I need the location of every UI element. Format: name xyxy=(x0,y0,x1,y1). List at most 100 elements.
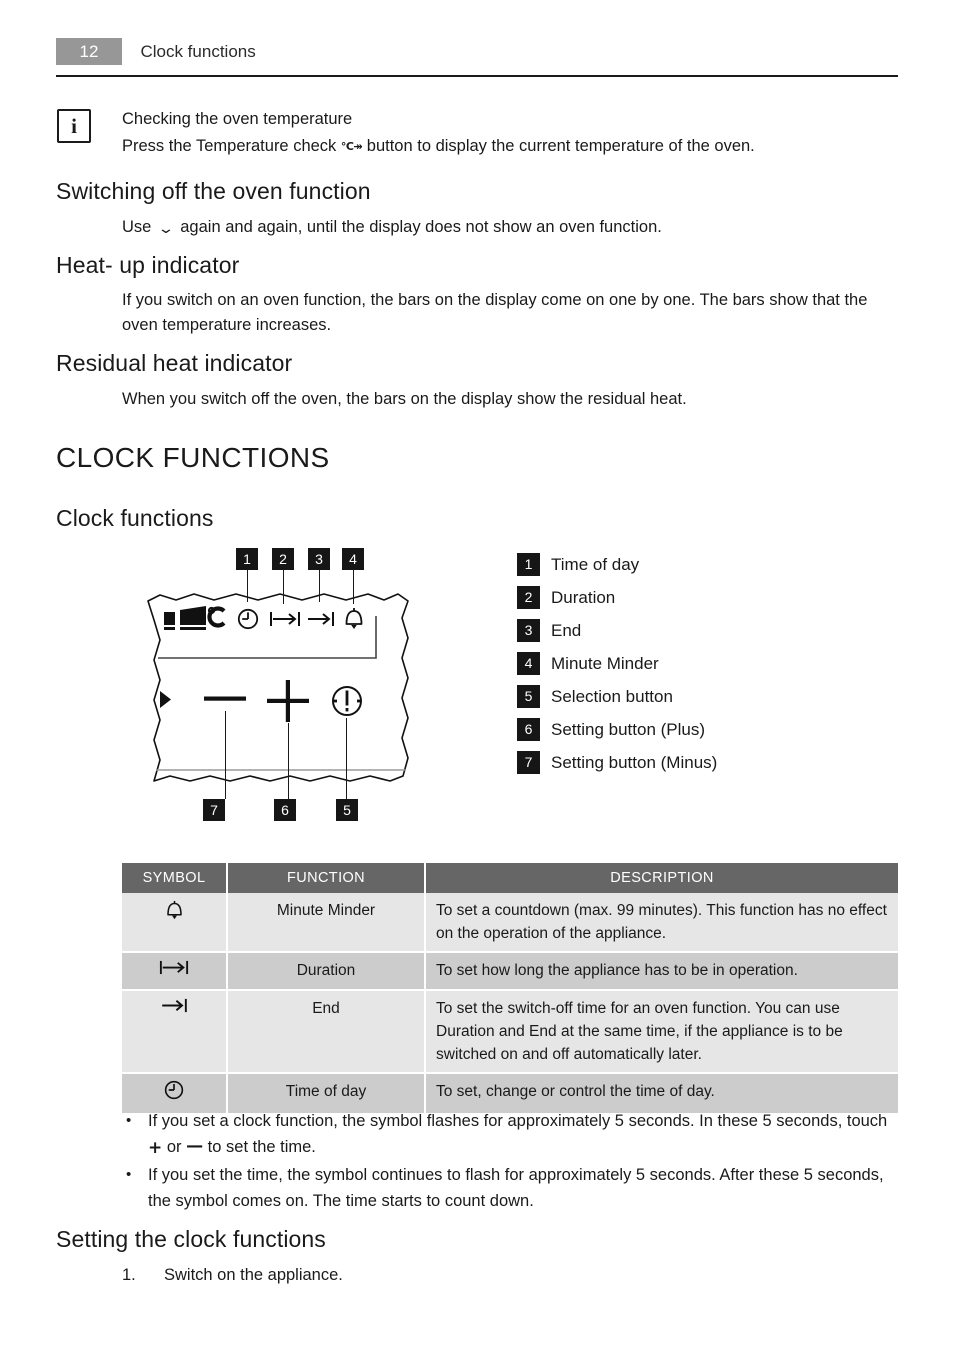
callout-1: 1 xyxy=(236,548,258,570)
end-icon xyxy=(161,998,187,1013)
diagram-legend: 1 Time of day 2 Duration 3 End 4 Minute … xyxy=(517,548,847,779)
legend-item-3: 3 End xyxy=(517,614,847,647)
page-header: 12 Clock functions xyxy=(56,38,898,72)
legend-item-7: 7 Setting button (Minus) xyxy=(517,746,847,779)
leader-line-6 xyxy=(288,723,289,799)
legend-label: End xyxy=(551,620,582,640)
column-header-function: FUNCTION xyxy=(227,863,426,893)
table-header-row: SYMBOL FUNCTION DESCRIPTION xyxy=(122,863,898,893)
end-icon xyxy=(308,612,334,626)
bullet-item-1: If you set a clock function, the symbol … xyxy=(122,1108,898,1160)
cell-symbol xyxy=(122,952,228,991)
callout-5: 5 xyxy=(336,799,358,821)
cell-description: To set the switch-off time for an oven f… xyxy=(425,990,898,1074)
bell-icon xyxy=(166,900,182,920)
note-text-after: button to display the current temperatur… xyxy=(362,137,755,155)
bullet-1-part2: or xyxy=(162,1138,187,1156)
leader-line-1 xyxy=(247,570,248,602)
legend-label: Minute Minder xyxy=(551,653,659,673)
bullet-list: If you set a clock function, the symbol … xyxy=(122,1108,898,1216)
bell-icon xyxy=(345,608,363,629)
legend-number: 3 xyxy=(517,619,540,642)
legend-label: Time of day xyxy=(551,554,640,574)
legend-number: 6 xyxy=(517,718,540,741)
temperature-check-icon: °C↠ xyxy=(340,140,363,153)
clock-icon xyxy=(164,1080,184,1100)
cell-symbol xyxy=(122,990,228,1074)
heading-setting-clock-functions: Setting the clock functions xyxy=(56,1226,326,1252)
legend-item-6: 6 Setting button (Plus) xyxy=(517,713,847,746)
bullet-item-2: If you set the time, the symbol continue… xyxy=(122,1162,898,1214)
cell-description: To set how long the appliance has to be … xyxy=(425,952,898,991)
duration-icon xyxy=(270,612,300,626)
cell-description: To set a countdown (max. 99 minutes). Th… xyxy=(425,893,898,953)
table-row: End To set the switch-off time for an ov… xyxy=(122,990,898,1074)
leader-line-4 xyxy=(353,570,354,604)
legend-label: Setting button (Plus) xyxy=(551,719,706,739)
text-residual-heat-indicator: When you switch off the oven, the bars o… xyxy=(122,390,687,408)
cell-function: Minute Minder xyxy=(227,893,426,953)
cell-function: End xyxy=(227,990,426,1074)
legend-label: Setting button (Minus) xyxy=(551,752,718,772)
chevron-down-icon: ⌄ xyxy=(157,221,175,237)
step-text: Switch on the appliance. xyxy=(164,1266,343,1284)
cell-symbol xyxy=(122,893,228,953)
leader-line-3 xyxy=(319,570,320,602)
legend-item-5: 5 Selection button xyxy=(517,680,847,713)
legend-item-2: 2 Duration xyxy=(517,581,847,614)
callout-7: 7 xyxy=(203,799,225,821)
arrow-marker-icon xyxy=(160,691,171,708)
legend-number: 4 xyxy=(517,652,540,675)
clock-functions-table: SYMBOL FUNCTION DESCRIPTION Minute Minde… xyxy=(122,863,898,1115)
callout-2: 2 xyxy=(272,548,294,570)
leader-line-2 xyxy=(283,570,284,604)
text-switching-off: Use ⌄ again and again, until the display… xyxy=(122,215,898,240)
bullet-1-part3: to set the time. xyxy=(203,1138,316,1156)
table-row: Duration To set how long the appliance h… xyxy=(122,952,898,991)
callout-6: 6 xyxy=(274,799,296,821)
legend-number: 2 xyxy=(517,586,540,609)
column-header-description: DESCRIPTION xyxy=(425,863,898,893)
column-header-symbol: SYMBOL xyxy=(122,863,228,893)
clock-icon xyxy=(237,608,259,630)
heat-bars-celsius-icon xyxy=(164,606,226,630)
info-icon-glyph: i xyxy=(71,114,77,138)
minus-button-icon: — xyxy=(186,1136,204,1156)
header-divider xyxy=(56,75,898,77)
cell-function: Duration xyxy=(227,952,426,991)
chapter-title: CLOCK FUNCTIONS xyxy=(56,442,330,473)
note-text: Press the Temperature check °C↠ button t… xyxy=(122,134,898,159)
legend-item-1: 1 Time of day xyxy=(517,548,847,581)
document-page: 12 Clock functions i Checking the oven t… xyxy=(0,0,954,1352)
leader-line-5 xyxy=(346,718,347,799)
note-heading: Checking the oven temperature xyxy=(122,110,353,128)
legend-label: Duration xyxy=(551,587,616,607)
header-title: Clock functions xyxy=(140,42,256,61)
plus-button-icon: + xyxy=(148,1138,163,1158)
subsection-title: Clock functions xyxy=(56,505,214,531)
legend-number: 5 xyxy=(517,685,540,708)
heading-switching-off: Switching off the oven function xyxy=(56,178,371,204)
note-text-before: Press the Temperature check xyxy=(122,137,341,155)
bullet-1-part1: If you set a clock function, the symbol … xyxy=(148,1112,888,1130)
callout-4: 4 xyxy=(342,548,364,570)
leader-line-7 xyxy=(225,711,226,799)
legend-number: 7 xyxy=(517,751,540,774)
legend-number: 1 xyxy=(517,553,540,576)
duration-icon xyxy=(159,960,189,975)
heading-residual-heat-indicator: Residual heat indicator xyxy=(56,350,293,376)
text-heat-up-indicator: If you switch on an oven function, the b… xyxy=(122,291,868,334)
minus-button-icon xyxy=(204,696,246,701)
info-icon: i xyxy=(57,109,91,143)
legend-label: Selection button xyxy=(551,686,673,706)
selection-button-icon xyxy=(332,686,362,716)
heading-heat-up-indicator: Heat- up indicator xyxy=(56,252,240,278)
legend-item-4: 4 Minute Minder xyxy=(517,647,847,680)
step-number: 1. xyxy=(122,1266,136,1284)
plus-button-icon xyxy=(267,680,309,722)
switching-off-after: again and again, until the display does … xyxy=(175,218,662,236)
callout-3: 3 xyxy=(308,548,330,570)
table-row: Minute Minder To set a countdown (max. 9… xyxy=(122,893,898,953)
control-panel-diagram: 1 2 3 4 7 6 5 xyxy=(140,548,440,848)
list-item: 1. Switch on the appliance. xyxy=(122,1262,898,1288)
